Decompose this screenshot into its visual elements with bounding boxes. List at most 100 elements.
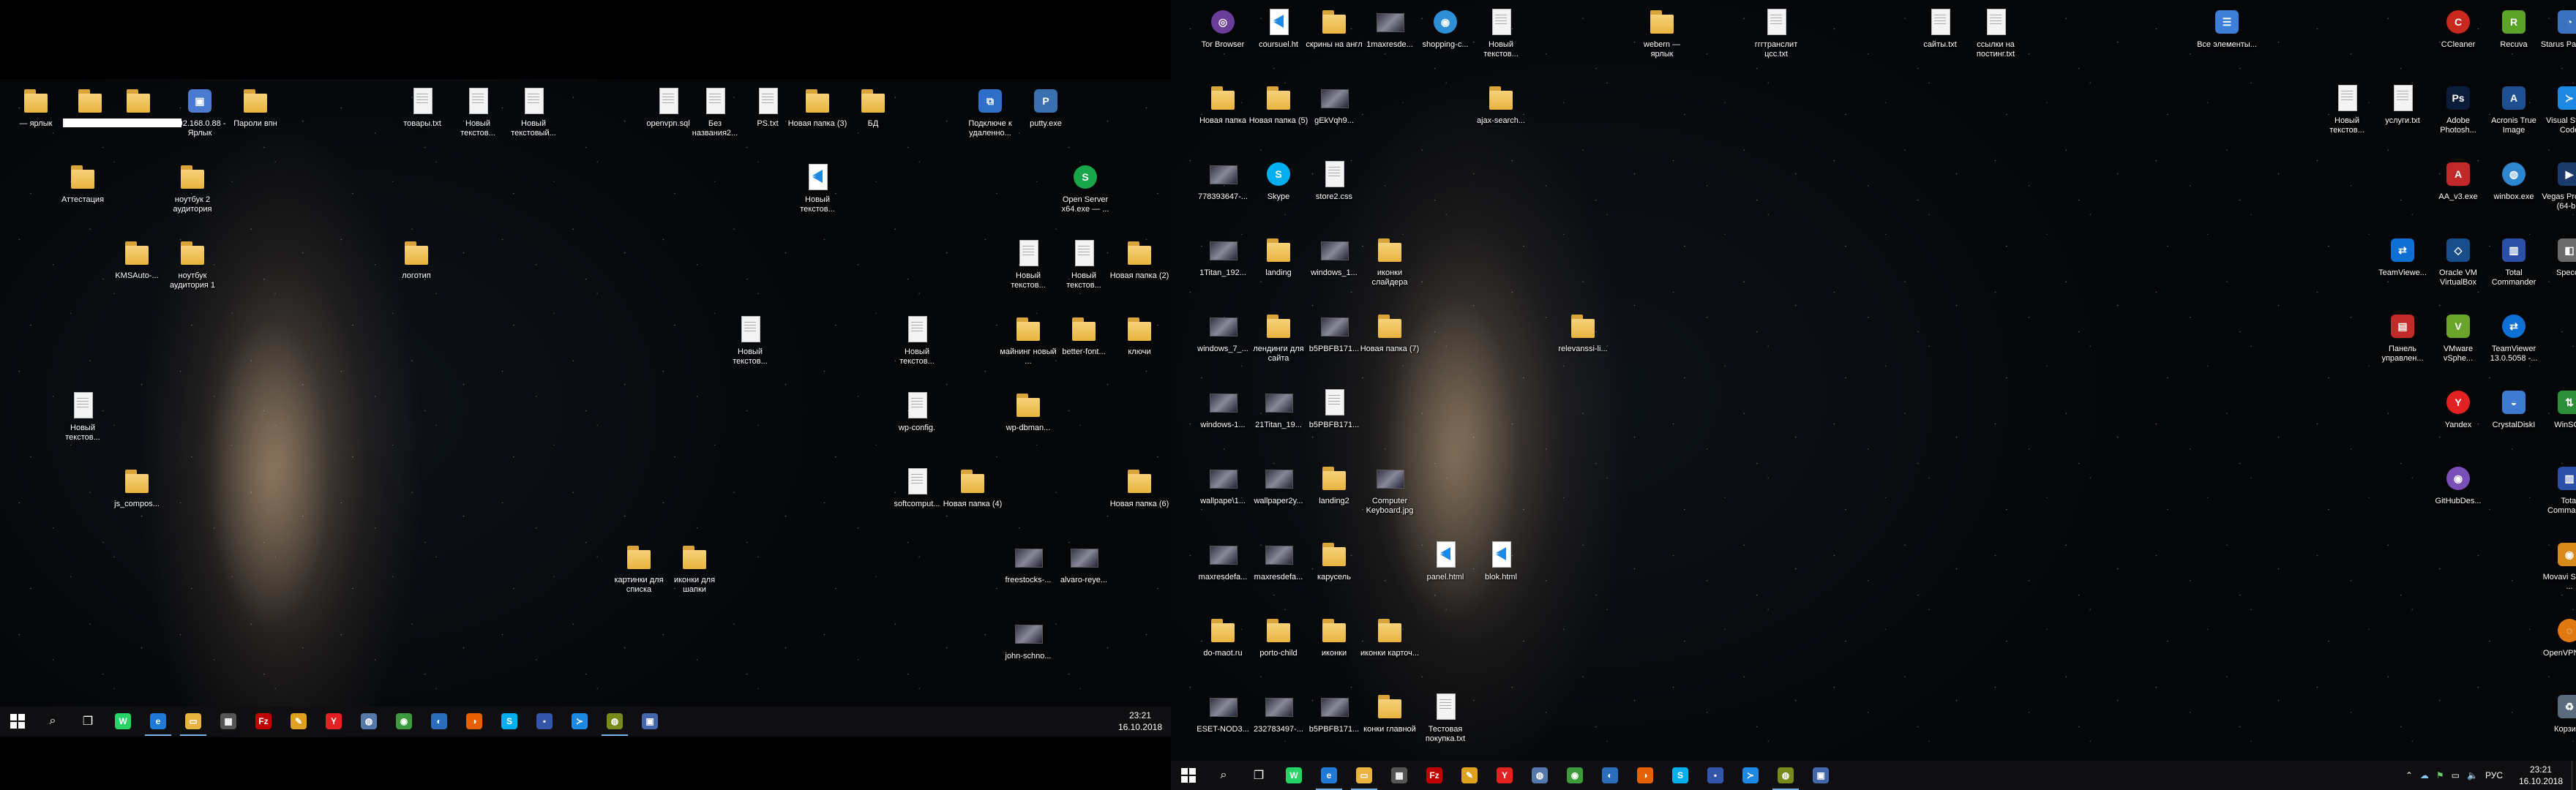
desktop-icon[interactable]: товары.txt xyxy=(392,85,452,129)
desktop-icon[interactable]: Новая папка xyxy=(1193,82,1253,126)
desktop-icon[interactable]: — ярлык xyxy=(6,85,66,129)
desktop-icon[interactable] xyxy=(108,85,168,119)
desktop-icon[interactable]: иконки карточ... xyxy=(1360,614,1420,658)
chevron-up-icon[interactable]: ⌃ xyxy=(2405,770,2413,780)
desktop-icon[interactable]: windows_1... xyxy=(1304,234,1364,278)
task-view-button[interactable]: ❐ xyxy=(70,707,105,736)
desktop-icon[interactable]: иконки для шапки xyxy=(664,541,724,595)
desktop-icon[interactable]: maxresdefa... xyxy=(1248,538,1308,582)
language-indicator[interactable]: РУС xyxy=(2485,770,2503,780)
taskbar-save-button[interactable]: ▪ xyxy=(527,707,562,736)
clock[interactable]: 23:21 16.10.2018 xyxy=(1118,710,1162,733)
taskbar-firefox-button[interactable]: ◑ xyxy=(457,707,492,736)
desktop-icon[interactable]: Подключе к удаленно... xyxy=(960,85,1020,138)
desktop-icon[interactable]: Новый текстов... xyxy=(787,161,847,214)
desktop-icon[interactable]: windows_7_... xyxy=(1193,310,1253,354)
desktop-icon[interactable]: john-schno... xyxy=(998,617,1058,661)
desktop-icon[interactable]: Новый текстов... xyxy=(448,85,508,138)
taskbar-globe-button[interactable]: ◍ xyxy=(351,707,386,736)
desktop-icon[interactable]: ноутбук аудитория 1 xyxy=(162,237,222,290)
taskbar-firefox-button[interactable]: ◑ xyxy=(1628,761,1663,790)
desktop-icon[interactable]: 1maxresde... xyxy=(1360,6,1420,50)
taskbar-whatsapp-button[interactable]: W xyxy=(1276,761,1311,790)
desktop-icon[interactable]: Новый текстов... xyxy=(53,389,113,443)
desktop-icon[interactable]: Тестовая покупка.txt xyxy=(1415,691,1475,744)
desktop-icon[interactable]: putty.exe xyxy=(1016,85,1076,129)
desktop-icon[interactable]: Acronis True Image xyxy=(2484,82,2544,135)
desktop-icon[interactable]: better-font... xyxy=(1054,313,1114,357)
desktop-icon[interactable]: ноутбук 2 аудитория xyxy=(162,161,222,214)
desktop-icon[interactable]: Speccy xyxy=(2539,234,2576,278)
task-view-button[interactable]: ❐ xyxy=(1241,761,1276,790)
desktop-icon[interactable]: Oracle VM VirtualBox xyxy=(2428,234,2488,287)
desktop-icon[interactable]: maxresdefa... xyxy=(1193,538,1253,582)
taskbar-skype-button[interactable]: S xyxy=(492,707,527,736)
desktop-icon[interactable]: Recuva xyxy=(2484,6,2544,50)
desktop-icon[interactable]: майнинг новый ... xyxy=(998,313,1058,366)
desktop-icon[interactable]: AA_v3.exe xyxy=(2428,158,2488,202)
flag-icon[interactable]: ⚑ xyxy=(2436,770,2444,780)
desktop-icon[interactable]: Новая папка (7) xyxy=(1360,310,1420,354)
desktop-icon[interactable]: скрины на англ xyxy=(1304,6,1364,50)
desktop-icon[interactable]: Yandex xyxy=(2428,386,2488,430)
desktop-icon[interactable]: landing2 xyxy=(1304,462,1364,506)
desktop-icon[interactable]: shopping-c... xyxy=(1415,6,1475,50)
desktop-icon[interactable]: иконки слайдера xyxy=(1360,234,1420,287)
desktop-icon[interactable]: БД xyxy=(843,85,903,129)
desktop-icon[interactable]: Новая папка (5) xyxy=(1248,82,1308,126)
desktop-icon[interactable]: TeamViewer 13.0.5058 -... xyxy=(2484,310,2544,364)
desktop-icon[interactable]: winbox.exe xyxy=(2484,158,2544,202)
desktop-icon[interactable]: OpenVPN GUI xyxy=(2539,614,2576,658)
taskbar-calculator-button[interactable]: ▦ xyxy=(211,707,246,736)
show-desktop-button[interactable] xyxy=(2572,761,2576,790)
taskbar-vscode-button[interactable]: ≻ xyxy=(562,707,597,736)
desktop-icon[interactable]: porto-child xyxy=(1248,614,1308,658)
desktop-icon[interactable]: Новый текстов... xyxy=(887,313,947,366)
desktop-icon[interactable]: alvaro-reye... xyxy=(1054,541,1114,585)
desktop-icon[interactable]: Пароли впн xyxy=(225,85,285,129)
desktop-icon[interactable]: Новая папка (4) xyxy=(943,465,1003,509)
desktop-icon[interactable]: лендинги для сайта xyxy=(1248,310,1308,364)
taskbar-calculator-button[interactable]: ▦ xyxy=(1382,761,1417,790)
desktop-icon[interactable]: 192.168.0.88 - Ярлык xyxy=(170,85,230,138)
desktop-icon[interactable]: Adobe Photosh... xyxy=(2428,82,2488,135)
desktop-icon[interactable]: softcomput... xyxy=(887,465,947,509)
network-icon[interactable]: ▭ xyxy=(2452,770,2460,780)
taskbar-save-button[interactable]: ▪ xyxy=(1698,761,1733,790)
desktop-icon[interactable]: TeamViewe... xyxy=(2373,234,2433,278)
taskbar-firefox-dev-button[interactable]: ◐ xyxy=(1592,761,1628,790)
desktop-icon[interactable]: panel.html xyxy=(1415,538,1475,582)
desktop-icon[interactable]: Корзина xyxy=(2539,691,2576,734)
taskbar-edge-button[interactable]: e xyxy=(141,707,176,736)
desktop-icon[interactable]: KMSAuto-... xyxy=(107,237,167,281)
taskbar-bandicam-button[interactable]: ◍ xyxy=(1768,761,1803,790)
desktop-icon[interactable]: b5PBFB171... xyxy=(1304,310,1364,354)
desktop-icon[interactable]: coursuel.ht xyxy=(1248,6,1308,50)
desktop-icon[interactable]: Tor Browser xyxy=(1193,6,1253,50)
desktop-icon[interactable]: windows-1... xyxy=(1193,386,1253,430)
desktop-icon[interactable]: Computer Keyboard.jpg xyxy=(1360,462,1420,516)
desktop-icon[interactable]: сайты.txt xyxy=(1910,6,1970,50)
clock[interactable]: 23:21 16.10.2018 xyxy=(2519,764,2563,787)
desktop-icon[interactable]: blok.html xyxy=(1471,538,1531,582)
desktop-icon[interactable]: Аттестация xyxy=(53,161,113,205)
desktop-icon[interactable]: ESET-NOD3... xyxy=(1193,691,1253,734)
desktop-icon[interactable]: Total Commander xyxy=(2484,234,2544,287)
desktop-icon[interactable]: freestocks-... xyxy=(998,541,1058,585)
desktop-icon[interactable]: Movavi Screen ... xyxy=(2539,538,2576,592)
desktop-icon[interactable]: Новая папка (2) xyxy=(1109,237,1169,281)
desktop-icon[interactable]: Vegas Pro 13.0 (64-bit) xyxy=(2539,158,2576,211)
desktop-icon[interactable]: 21Titan_19... xyxy=(1248,386,1308,430)
desktop-icon[interactable]: гггтранслит цсс.txt xyxy=(1746,6,1806,59)
desktop-icon[interactable]: 1Titan_192... xyxy=(1193,234,1253,278)
desktop-icon[interactable]: Новый текстов... xyxy=(720,313,780,366)
desktop-icon[interactable]: VMware vSphe... xyxy=(2428,310,2488,364)
search-button[interactable]: ⌕ xyxy=(1206,761,1241,790)
desktop-icon[interactable]: картинки для списка xyxy=(609,541,669,595)
desktop-icon[interactable]: Панель управлен... xyxy=(2373,310,2433,364)
taskbar-explorer-button[interactable]: ▭ xyxy=(1347,761,1382,790)
start-button[interactable] xyxy=(1171,761,1206,790)
taskbar-globe-button[interactable]: ◍ xyxy=(1522,761,1557,790)
taskbar-chrome-button[interactable]: ◉ xyxy=(1557,761,1592,790)
taskbar-network-button[interactable]: ▣ xyxy=(632,707,667,736)
